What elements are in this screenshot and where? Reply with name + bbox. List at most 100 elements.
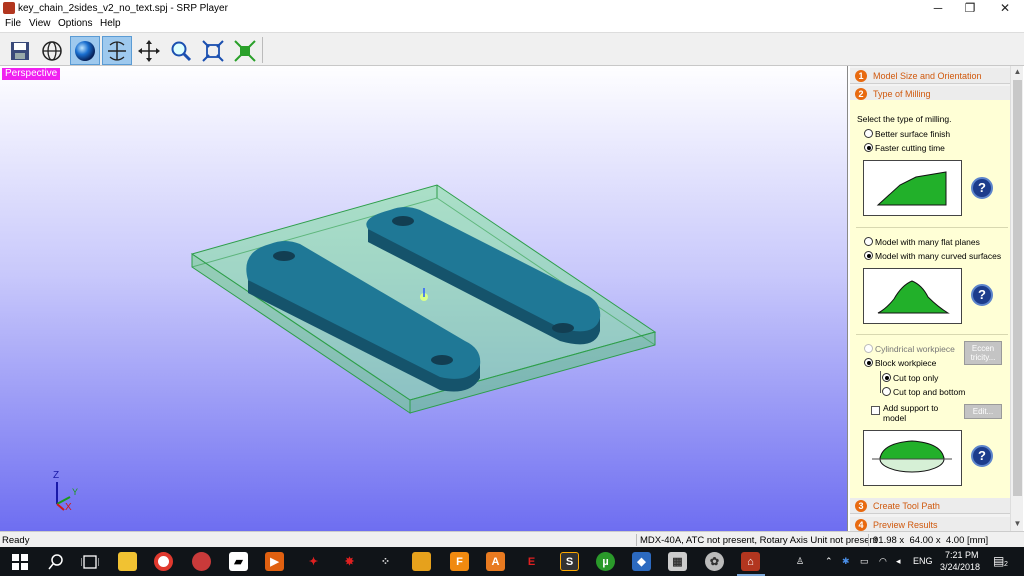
app-icon[interactable]	[192, 552, 211, 571]
windows-start-icon[interactable]	[10, 552, 29, 571]
faster-cutting-radio[interactable]	[864, 143, 873, 152]
scroll-up-icon[interactable]: ▲	[1011, 66, 1024, 78]
pan-icon	[138, 39, 160, 62]
fit-view-button[interactable]	[198, 36, 228, 65]
fit-view-icon	[202, 39, 224, 62]
minimize-button[interactable]: ─	[921, 0, 955, 17]
sphere-shaded-icon	[75, 40, 95, 61]
app-icon[interactable]: E	[522, 552, 541, 571]
section-number: 2	[855, 88, 867, 100]
section-title: Create Tool Path	[873, 501, 940, 511]
calculator-icon[interactable]: ▦	[668, 552, 687, 571]
help-workpiece-button[interactable]: ?	[971, 445, 993, 467]
people-icon[interactable]: ♙	[796, 556, 804, 567]
app-icon[interactable]: A	[486, 552, 505, 571]
menu-help[interactable]: Help	[100, 18, 121, 29]
axis-y-label: Y	[72, 487, 79, 497]
cut-top-only-radio[interactable]	[882, 373, 891, 382]
clock-date[interactable]: 3/24/2018	[940, 562, 980, 572]
axis-x-label: X	[65, 502, 72, 513]
status-separator	[868, 534, 869, 546]
surface-preview-image	[863, 268, 962, 324]
srp-player-window: key_chain_2sides_v2_no_text.spj - SRP Pl…	[0, 0, 1024, 576]
cylindrical-workpiece-radio[interactable]	[864, 344, 873, 353]
panel-scrollbar[interactable]: ▲ ▼	[1010, 66, 1023, 531]
section-number: 4	[855, 519, 867, 531]
block-workpiece-label: Block workpiece	[875, 358, 937, 368]
app-icon[interactable]: ⁘	[376, 552, 395, 571]
media-icon[interactable]: ▶	[265, 552, 284, 571]
edit-support-button[interactable]: Edit...	[964, 404, 1002, 419]
section-model-size[interactable]: 1 Model Size and Orientation	[850, 68, 1010, 84]
finish-preview-graphic	[876, 171, 947, 206]
status-ready: Ready	[2, 535, 30, 546]
clock-time[interactable]: 7:21 PM	[945, 550, 979, 560]
surface-preview-graphic	[877, 280, 950, 314]
app-icon[interactable]: S	[560, 552, 579, 571]
windows-taskbar: ▰ ▶ ✦ ✸ ⁘ F A E S µ ◆ ▦ ✿ ⌂ ♙ ⌃ ✱ ▭ ◠ ◂ …	[0, 547, 1024, 576]
search-icon[interactable]	[46, 552, 65, 571]
pan-button[interactable]	[134, 36, 164, 65]
eccentricity-button[interactable]: Eccen tricity...	[964, 341, 1002, 365]
app-icon[interactable]	[412, 552, 431, 571]
maximize-button[interactable]: ❐	[953, 0, 987, 17]
adobe-icon[interactable]: ✦	[304, 552, 323, 571]
shaded-view-button[interactable]	[70, 36, 100, 65]
add-support-label: Add support to model	[883, 403, 939, 423]
tray-expand-icon[interactable]: ⌃	[825, 556, 833, 567]
milling-panel: 1 Model Size and Orientation 2 Type of M…	[850, 66, 1010, 531]
menu-options[interactable]: Options	[58, 18, 92, 29]
wireframe-view-button[interactable]	[37, 36, 67, 65]
faster-cutting-label: Faster cutting time	[875, 143, 945, 153]
srp-player-icon[interactable]: ⌂	[741, 552, 760, 571]
toolbar-separator	[262, 37, 263, 63]
notifications-icon[interactable]: ▤	[993, 554, 1004, 568]
app-icon[interactable]: ✸	[340, 552, 359, 571]
curved-surfaces-radio[interactable]	[864, 251, 873, 260]
zoom-button[interactable]	[166, 36, 196, 65]
bluetooth-icon[interactable]: ✱	[842, 556, 850, 567]
app-icon[interactable]: ◆	[632, 552, 651, 571]
3d-viewport[interactable]: Perspective Z Y X	[0, 66, 848, 531]
scroll-down-icon[interactable]: ▼	[1011, 518, 1024, 530]
section-preview-results[interactable]: 4 Preview Results	[850, 517, 1010, 531]
section-number: 1	[855, 70, 867, 82]
divider	[856, 334, 1008, 335]
folder-icon[interactable]: F	[450, 552, 469, 571]
scroll-thumb[interactable]	[1013, 80, 1022, 496]
better-finish-radio[interactable]	[864, 129, 873, 138]
window-title: key_chain_2sides_v2_no_text.spj - SRP Pl…	[18, 3, 228, 14]
cut-options-bracket	[880, 371, 881, 393]
title-bar: key_chain_2sides_v2_no_text.spj - SRP Pl…	[0, 0, 1024, 17]
menu-bar: File View Options Help	[0, 17, 1024, 32]
language-indicator[interactable]: ENG	[913, 556, 933, 566]
fit-selection-button[interactable]	[230, 36, 260, 65]
file-explorer-icon[interactable]	[118, 552, 137, 571]
flat-planes-label: Model with many flat planes	[875, 237, 980, 247]
cut-top-bottom-radio[interactable]	[882, 387, 891, 396]
utorrent-icon[interactable]: µ	[596, 552, 615, 571]
help-surface-button[interactable]: ?	[971, 284, 993, 306]
section-create-tool-path[interactable]: 3 Create Tool Path	[850, 498, 1010, 514]
block-workpiece-radio[interactable]	[864, 358, 873, 367]
volume-icon[interactable]: ◂	[896, 556, 901, 567]
app-icon[interactable]: ▰	[229, 552, 248, 571]
app-icon[interactable]: ✿	[705, 552, 724, 571]
save-button[interactable]	[5, 36, 35, 65]
close-button[interactable]: ✕	[988, 0, 1022, 17]
wifi-icon[interactable]: ◠	[879, 556, 887, 567]
section-number: 3	[855, 500, 867, 512]
help-finish-button[interactable]: ?	[971, 177, 993, 199]
chrome-icon[interactable]	[154, 552, 173, 571]
fit-selection-icon	[234, 39, 256, 62]
menu-file[interactable]: File	[5, 18, 21, 29]
status-bar: Ready MDX-40A, ATC not present, Rotary A…	[0, 531, 1024, 547]
rotate-button[interactable]	[102, 36, 132, 65]
finish-preview-image	[863, 160, 962, 216]
flat-planes-radio[interactable]	[864, 237, 873, 246]
menu-view[interactable]: View	[29, 18, 51, 29]
task-view-icon[interactable]	[80, 552, 99, 571]
save-icon	[11, 41, 29, 60]
network-icon[interactable]: ▭	[860, 556, 869, 567]
add-support-checkbox[interactable]	[871, 406, 880, 415]
